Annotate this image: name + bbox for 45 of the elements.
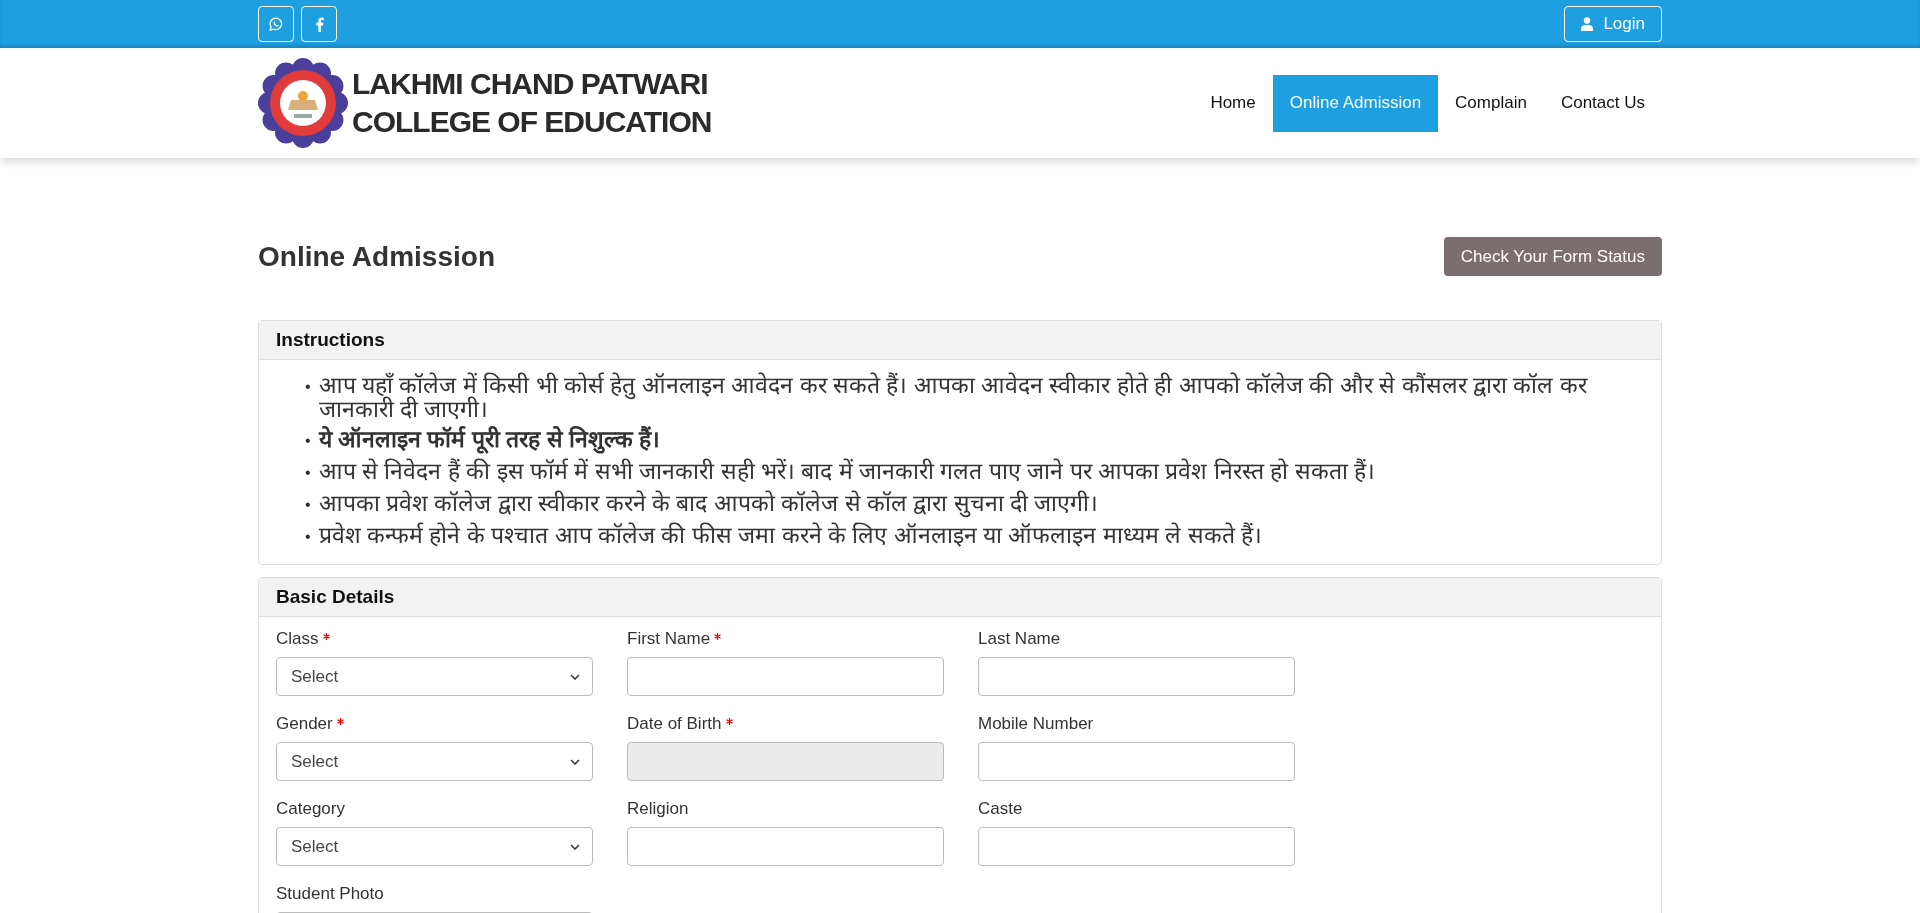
field-label: Gender: [276, 714, 333, 734]
page-title: Online Admission: [258, 240, 495, 273]
bullet-mark: •: [305, 463, 311, 483]
chat-bubble-icon: [269, 17, 283, 31]
select-dropdown[interactable]: Select: [276, 827, 593, 866]
facebook-button[interactable]: [301, 6, 337, 42]
select-dropdown[interactable]: Select: [276, 742, 593, 781]
chevron-down-icon: [570, 843, 580, 850]
college-name: COLLEGE OF EDUCATION: [352, 104, 712, 140]
input-field[interactable]: [978, 827, 1295, 866]
field-label: Religion: [627, 799, 689, 819]
field-label: Date of Birth: [627, 714, 722, 734]
nav-link[interactable]: Complain: [1438, 74, 1544, 132]
bullet-mark: •: [305, 495, 311, 515]
field-label: Category: [276, 799, 345, 819]
input-field[interactable]: [978, 657, 1295, 696]
chevron-down-icon: [570, 673, 580, 680]
field-label: Last Name: [978, 629, 1061, 649]
bullet-mark: •: [305, 431, 311, 451]
field-label: Mobile Number: [978, 714, 1094, 734]
field-label: Class: [276, 629, 319, 649]
field-label: Caste: [978, 799, 1023, 819]
panel-heading: Basic Details: [259, 578, 1661, 617]
bullet-mark: •: [305, 527, 311, 547]
input-field[interactable]: [978, 742, 1295, 781]
nav-link[interactable]: Contact Us: [1543, 74, 1662, 132]
user-icon: [1581, 17, 1594, 31]
field-label: Student Photo: [276, 884, 384, 904]
chevron-down-icon: [570, 758, 580, 765]
college-name: LAKHMI CHAND PATWARI: [352, 66, 709, 102]
instruction-text: प्रवेश कन्फर्म होने के पश्चात आप कॉलेज की फीस जमा करने के लिए ऑनलाइन या ऑफलाइन माध्यम ले सकते हैं।: [318, 521, 1263, 550]
input-field[interactable]: [627, 657, 944, 696]
instruction-text: आप यहाँ कॉलेज में किसी भी कोर्स हेतु ऑनलाइन आवेदन कर सकते हैं। आपका आवेदन स्वीकार होते ही आपको कॉलेज की और से कौंसलर द्वारा कॉल कर जानकारी दी जाएगी।: [318, 371, 1589, 424]
panel-heading: Instructions: [259, 321, 1661, 360]
select-dropdown[interactable]: Select: [276, 657, 593, 696]
instruction-text: आप से निवेदन हैं की इस फॉर्म में सभी जानकारी सही भरें। बाद में जानकारी गलत पाए जाने पर आपका प्रवेश निरस्त हो सकता हैं।: [318, 457, 1375, 486]
field-label: First Name: [627, 629, 711, 649]
instruction-text: ये ऑनलाइन फॉर्म पूरी तरह से निशुल्क हैं।: [318, 425, 661, 454]
bullet-mark: •: [305, 377, 311, 397]
instruction-text: आपका प्रवेश कॉलेज द्वारा स्वीकार करने के बाद आपको कॉलेज से कॉल द्वारा सुचना दी जाएगी।: [318, 489, 1099, 518]
input-field[interactable]: [627, 827, 944, 866]
whatsapp-button[interactable]: [258, 6, 294, 42]
nav-link[interactable]: Home: [1193, 74, 1273, 132]
facebook-icon: [314, 16, 324, 32]
check-status-button[interactable]: Check Your Form Status: [1443, 237, 1662, 276]
